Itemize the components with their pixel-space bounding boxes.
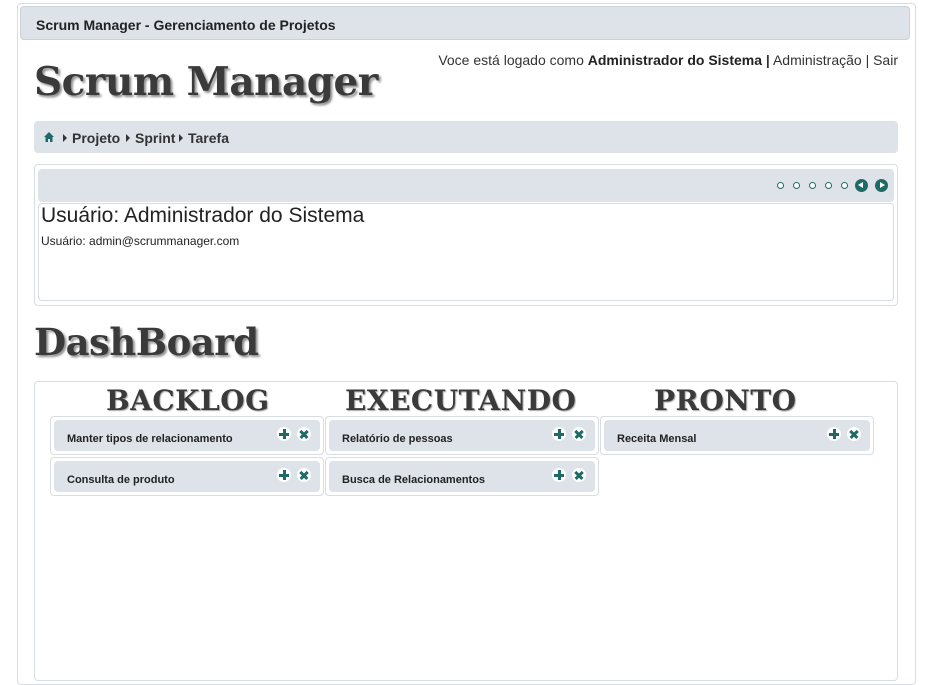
home-icon[interactable] <box>43 131 55 143</box>
plus-icon[interactable] <box>552 468 566 482</box>
task-card[interactable]: Busca de Relacionamentos <box>325 457 599 496</box>
column-title-backlog: BACKLOG <box>106 384 270 417</box>
task-card[interactable]: Consulta de produto <box>50 457 324 496</box>
next-icon[interactable] <box>875 179 888 192</box>
column-title-pronto: PRONTO <box>654 384 797 417</box>
card-label: Consulta de produto <box>67 474 175 486</box>
card-label: Manter tipos de relacionamento <box>67 433 233 445</box>
task-card[interactable]: Relatório de pessoas <box>325 416 599 455</box>
chevron-right-icon <box>179 134 183 142</box>
logout-link[interactable]: Sair <box>873 52 898 68</box>
app-title: Scrum Manager - Gerenciamento de Projeto… <box>36 17 336 33</box>
user-email: Usuário: admin@scrummanager.com <box>41 234 240 248</box>
app-titlebar: Scrum Manager - Gerenciamento de Projeto… <box>20 6 910 40</box>
dashboard-title: DashBoard <box>34 320 259 364</box>
close-icon[interactable] <box>297 468 311 482</box>
close-icon[interactable] <box>847 427 861 441</box>
user-info: Usuário: Administrador do Sistema Usuári… <box>38 203 894 301</box>
pager-dot-5[interactable] <box>841 182 848 189</box>
pager-dot-2[interactable] <box>793 182 800 189</box>
card-label: Busca de Relacionamentos <box>342 474 486 486</box>
breadcrumb-tarefa[interactable]: Tarefa <box>188 130 229 146</box>
card-label: Relatório de pessoas <box>342 433 453 445</box>
separator: | <box>865 52 870 68</box>
breadcrumb-sprint[interactable]: Sprint <box>135 130 175 146</box>
slider-header <box>38 169 894 202</box>
logged-prefix: Voce está logado como <box>438 52 584 68</box>
close-icon[interactable] <box>572 468 586 482</box>
close-icon[interactable] <box>572 427 586 441</box>
card-body: Relatório de pessoas <box>329 420 595 451</box>
close-icon[interactable] <box>297 427 311 441</box>
card-body: Manter tipos de relacionamento <box>54 420 320 451</box>
separator: | <box>765 52 770 68</box>
plus-icon[interactable] <box>277 427 291 441</box>
pager-dot-3[interactable] <box>809 182 816 189</box>
plus-icon[interactable] <box>827 427 841 441</box>
chevron-right-icon <box>63 134 67 142</box>
admin-link[interactable]: Administração <box>773 52 862 68</box>
breadcrumb: Projeto Sprint Tarefa <box>34 121 898 153</box>
pager-dot-4[interactable] <box>825 182 832 189</box>
card-body: Receita Mensal <box>604 420 870 451</box>
logged-user-name: Administrador do Sistema <box>587 52 763 68</box>
user-status: Voce está logado como Administrador do S… <box>438 52 898 68</box>
slider-pager <box>777 179 888 192</box>
user-panel: Usuário: Administrador do Sistema Usuári… <box>34 164 898 306</box>
plus-icon[interactable] <box>552 427 566 441</box>
task-card[interactable]: Receita Mensal <box>600 416 874 455</box>
pager-dot-1[interactable] <box>777 182 784 189</box>
previous-icon[interactable] <box>855 179 868 192</box>
plus-icon[interactable] <box>277 468 291 482</box>
card-label: Receita Mensal <box>617 433 697 445</box>
task-card[interactable]: Manter tipos de relacionamento <box>50 416 324 455</box>
card-body: Consulta de produto <box>54 461 320 492</box>
breadcrumb-projeto[interactable]: Projeto <box>72 130 120 146</box>
logo: Scrum Manager <box>34 59 378 105</box>
column-title-executando: EXECUTANDO <box>345 384 577 417</box>
card-body: Busca de Relacionamentos <box>329 461 595 492</box>
chevron-right-icon <box>126 134 130 142</box>
user-title: Usuário: Administrador do Sistema <box>41 204 365 227</box>
